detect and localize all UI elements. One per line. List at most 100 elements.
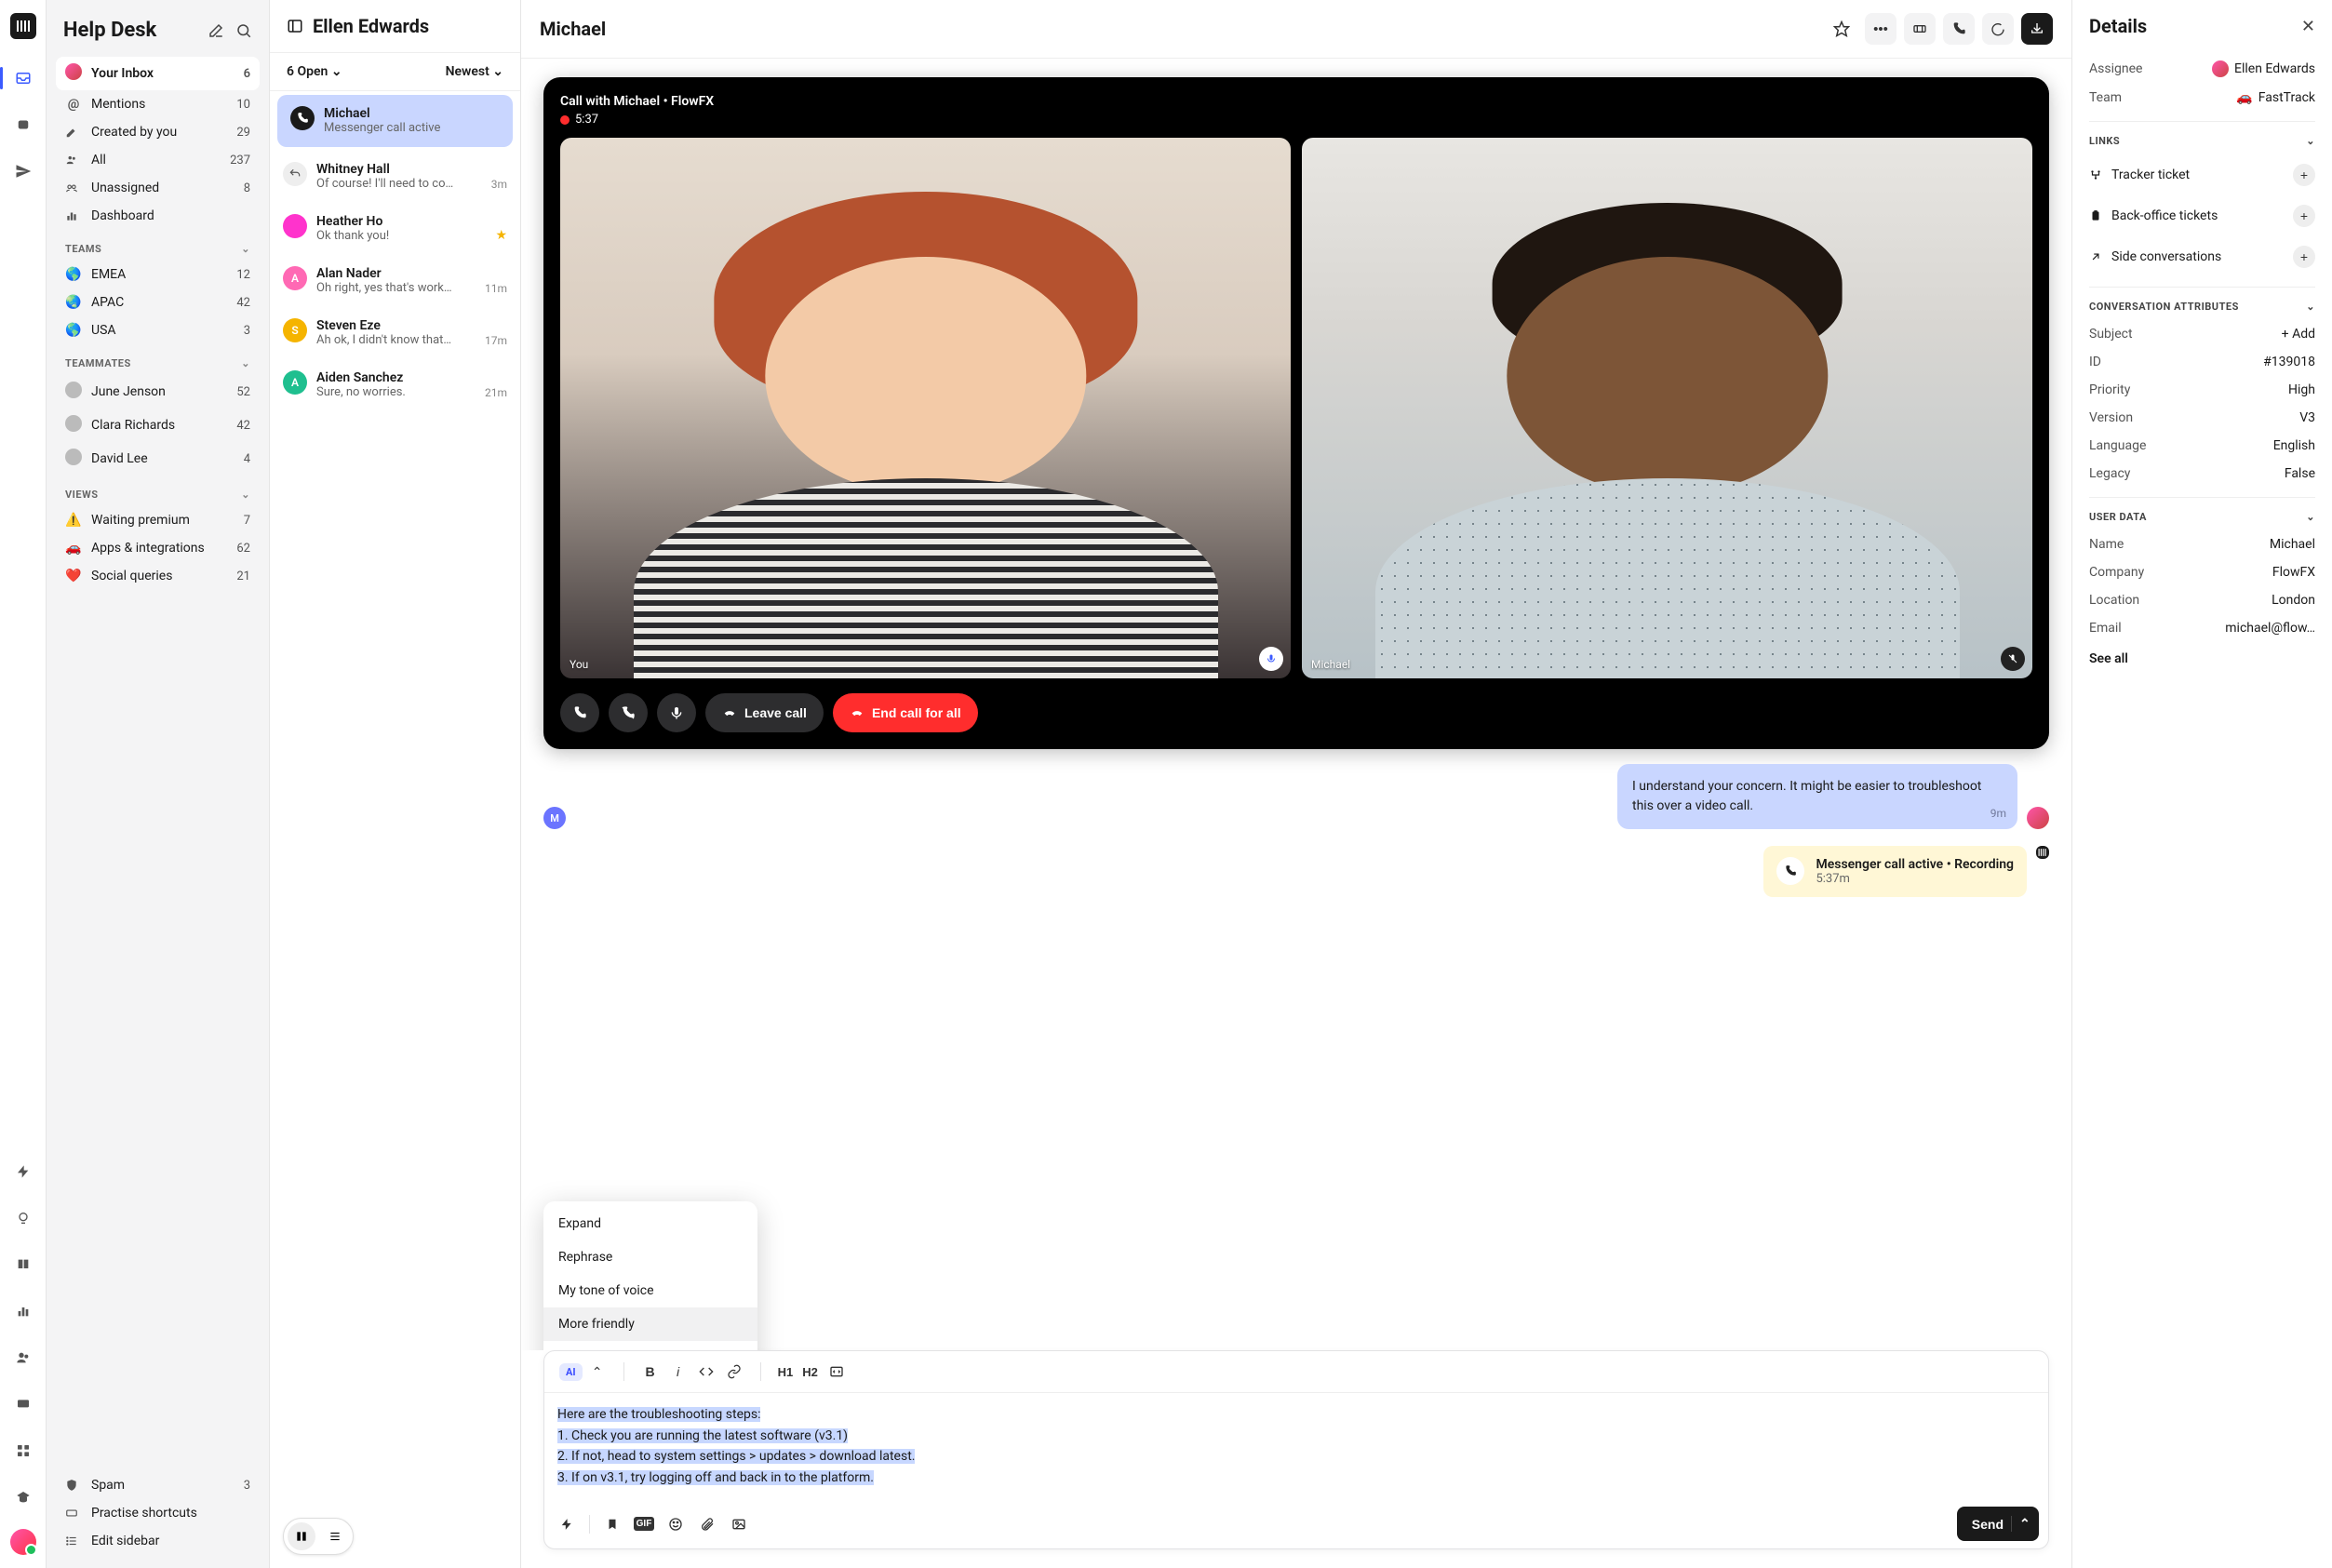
chevron-up-icon[interactable]: ⌃ [2011, 1516, 2024, 1532]
section-attrs[interactable]: CONVERSATION ATTRIBUTES⌄ [2089, 287, 2315, 320]
sidebar-item[interactable]: 🌏APAC42 [56, 288, 260, 316]
mute-icon[interactable] [609, 693, 648, 732]
team-value[interactable]: 🚗FastTrack [2236, 90, 2315, 105]
close-conv-icon[interactable] [2021, 13, 2053, 45]
rail-idea-icon[interactable] [8, 1203, 38, 1233]
h2-button[interactable]: H2 [798, 1359, 822, 1385]
ai-menu-item[interactable]: My tone of voice [543, 1274, 757, 1307]
sidebar-item[interactable]: Spam3 [56, 1471, 260, 1499]
sidebar-item[interactable]: Dashboard [56, 202, 260, 230]
sidebar-item[interactable]: Unassigned8 [56, 174, 260, 202]
sidebar-item[interactable]: ❤️Social queries21 [56, 562, 260, 590]
section-links[interactable]: LINKS⌄ [2089, 121, 2315, 154]
filter-open[interactable]: 6 Open ⌄ [287, 64, 342, 79]
detail-value[interactable]: FlowFX [2272, 565, 2315, 580]
ai-menu-item[interactable]: Rephrase [543, 1240, 757, 1274]
rail-messages-icon[interactable] [8, 1389, 38, 1419]
details-link[interactable]: Tracker ticket+ [2089, 154, 2315, 195]
rail-bot-icon[interactable] [8, 110, 38, 140]
h1-button[interactable]: H1 [774, 1359, 797, 1385]
sidebar-item[interactable]: @Mentions10 [56, 90, 260, 118]
search-icon[interactable] [235, 22, 252, 39]
sidebar-item[interactable]: June Jenson52 [56, 375, 260, 409]
detail-value[interactable]: michael@flow… [2225, 621, 2315, 636]
sidebar-item[interactable]: Practise shortcuts [56, 1499, 260, 1527]
rail-apps-icon[interactable] [8, 1436, 38, 1466]
rail-send-icon[interactable] [8, 156, 38, 186]
section-teams[interactable]: TEAMS⌄ [56, 230, 260, 261]
assignee-value[interactable]: Ellen Edwards [2212, 60, 2315, 77]
sidebar-item[interactable]: Clara Richards42 [56, 409, 260, 442]
close-icon[interactable]: ✕ [2301, 17, 2315, 36]
mic-toggle-icon[interactable] [657, 693, 696, 732]
sidebar-item[interactable]: Created by you29 [56, 118, 260, 146]
detail-value[interactable]: False [2285, 466, 2315, 481]
detail-value[interactable]: + Add [2282, 327, 2315, 342]
detail-value[interactable]: London [2272, 593, 2315, 608]
emoji-icon[interactable] [663, 1511, 689, 1537]
panel-toggle-icon[interactable] [287, 18, 303, 34]
detail-value[interactable]: Michael [2270, 537, 2315, 552]
compose-icon[interactable] [208, 22, 224, 39]
sidebar-item[interactable]: 🌎EMEA12 [56, 261, 260, 288]
sidebar-item[interactable]: All237 [56, 146, 260, 174]
attachment-icon[interactable] [694, 1511, 720, 1537]
more-icon[interactable]: ••• [1865, 13, 1896, 45]
ai-menu-item[interactable]: More formal [543, 1341, 757, 1350]
rail-inbox-icon[interactable] [8, 63, 38, 93]
code-icon[interactable] [693, 1359, 719, 1385]
detail-value[interactable]: V3 [2299, 410, 2315, 425]
section-user[interactable]: USER DATA⌄ [2089, 497, 2315, 530]
sidebar-item[interactable]: 🌎USA3 [56, 316, 260, 344]
rail-user-avatar[interactable] [10, 1529, 36, 1555]
bold-icon[interactable]: B [637, 1359, 663, 1385]
details-link[interactable]: Back-office tickets+ [2089, 195, 2315, 236]
gif-icon[interactable]: GIF [631, 1511, 657, 1537]
italic-icon[interactable]: i [665, 1359, 691, 1385]
link-icon[interactable] [721, 1359, 747, 1385]
detail-value[interactable]: #139018 [2263, 355, 2315, 369]
phone-icon[interactable] [1943, 13, 1975, 45]
toggle-phone-icon[interactable] [560, 693, 599, 732]
conversation-item[interactable]: AAiden SanchezSure, no worries.21m [270, 359, 520, 411]
ai-menu-item[interactable]: More friendly [543, 1307, 757, 1341]
ai-chevron-icon[interactable]: ⌃ [584, 1359, 610, 1385]
add-button[interactable]: + [2293, 164, 2315, 186]
send-button[interactable]: Send⌃ [1957, 1507, 2039, 1541]
leave-call-button[interactable]: Leave call [705, 693, 824, 732]
sidebar-item[interactable]: 🚗Apps & integrations62 [56, 534, 260, 562]
image-icon[interactable] [726, 1511, 752, 1537]
section-views[interactable]: VIEWS⌄ [56, 476, 260, 506]
ticket-icon[interactable] [1904, 13, 1936, 45]
add-button[interactable]: + [2293, 246, 2315, 268]
conversation-item[interactable]: Whitney HallOf course! I'll need to co…3… [270, 151, 520, 203]
rail-contacts-icon[interactable] [8, 1343, 38, 1373]
detail-value[interactable]: English [2273, 438, 2315, 453]
conversation-item[interactable]: SSteven EzeAh ok, I didn't know that…17m [270, 307, 520, 359]
sidebar-item[interactable]: David Lee4 [56, 442, 260, 476]
rail-academy-icon[interactable] [8, 1482, 38, 1512]
ai-chip[interactable]: AI [559, 1363, 583, 1381]
detail-value[interactable]: High [2288, 382, 2315, 397]
rail-book-icon[interactable] [8, 1250, 38, 1280]
details-link[interactable]: Side conversations+ [2089, 236, 2315, 277]
view-list-icon[interactable] [321, 1522, 349, 1550]
sort-newest[interactable]: Newest ⌄ [446, 64, 503, 79]
add-button[interactable]: + [2293, 205, 2315, 227]
star-icon[interactable] [1826, 13, 1857, 45]
conversation-item[interactable]: MichaelMessenger call active [277, 95, 513, 147]
codeblock-icon[interactable] [824, 1359, 850, 1385]
sidebar-item[interactable]: Edit sidebar [56, 1527, 260, 1555]
view-cards-icon[interactable] [288, 1522, 315, 1550]
snooze-icon[interactable] [1982, 13, 2014, 45]
ai-menu-item[interactable]: Expand [543, 1207, 757, 1240]
conversation-item[interactable]: AAlan NaderOh right, yes that's work…11m [270, 255, 520, 307]
section-teammates[interactable]: TEAMMATES⌄ [56, 344, 260, 375]
sidebar-item[interactable]: Your Inbox6 [56, 57, 260, 90]
rail-bolt-icon[interactable] [8, 1157, 38, 1186]
bookmark-icon[interactable] [599, 1511, 625, 1537]
composer-text[interactable]: Here are the troubleshooting steps:1. Ch… [544, 1393, 2048, 1499]
see-all-link[interactable]: See all [2089, 642, 2315, 666]
sidebar-item[interactable]: ⚠️Waiting premium7 [56, 506, 260, 534]
conversation-item[interactable]: Heather HoOk thank you!★ [270, 203, 520, 255]
